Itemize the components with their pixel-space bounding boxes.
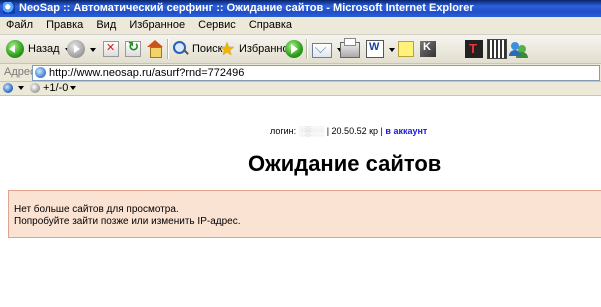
login-line: логин: ░▒░░ | 20.50.52 кр | в аккаунт bbox=[270, 126, 427, 136]
standard-toolbar: Назад Поиск ★ Избранное bbox=[0, 35, 601, 64]
forward-dropdown-icon[interactable] bbox=[90, 47, 96, 55]
refresh-button[interactable] bbox=[125, 38, 141, 60]
menu-help[interactable]: Справка bbox=[244, 17, 297, 34]
printer-icon bbox=[340, 38, 360, 58]
toolbar-dropdown-icon[interactable] bbox=[18, 86, 24, 93]
login-value: ░▒░░ bbox=[298, 126, 325, 136]
menu-view[interactable]: Вид bbox=[91, 17, 121, 34]
toolbar-separator bbox=[306, 39, 308, 59]
messenger-users-icon bbox=[509, 40, 529, 58]
separator: | bbox=[380, 126, 383, 136]
search-button[interactable]: Поиск bbox=[172, 38, 222, 60]
media-play-icon bbox=[285, 40, 303, 58]
research-icon bbox=[487, 39, 507, 59]
rating-dropdown-icon[interactable] bbox=[70, 86, 76, 93]
discuss-button[interactable] bbox=[398, 38, 414, 60]
rating-circle-icon[interactable] bbox=[30, 83, 40, 93]
stop-icon bbox=[103, 41, 119, 57]
notice-line-2: Попробуйте зайти позже или изменить IP-а… bbox=[14, 216, 241, 227]
word-edit-icon bbox=[366, 40, 384, 58]
stop-button[interactable] bbox=[103, 38, 119, 60]
links-toolbar: +1/-0 bbox=[0, 82, 601, 96]
t-toolbar-icon bbox=[465, 40, 483, 58]
page-title: Ожидание сайтов bbox=[248, 151, 442, 176]
window-title: NeoSap :: Автоматический серфинг :: Ожид… bbox=[19, 2, 474, 14]
menu-file[interactable]: Файл bbox=[0, 17, 38, 34]
balance: 20.50.52 кр bbox=[331, 126, 379, 136]
back-arrow-icon bbox=[6, 40, 24, 58]
note-icon bbox=[398, 41, 414, 57]
ie-app-icon bbox=[3, 2, 15, 14]
separator: | bbox=[326, 126, 330, 136]
notice-box: Нет больше сайтов для просмотра. Попробу… bbox=[8, 190, 601, 238]
t-button[interactable] bbox=[465, 38, 483, 60]
edit-dropdown-icon[interactable] bbox=[389, 47, 395, 55]
menu-bar: Файл Правка Вид Избранное Сервис Справка bbox=[0, 17, 601, 35]
login-label: логин: bbox=[270, 126, 297, 136]
research-button[interactable] bbox=[487, 38, 507, 60]
refresh-icon bbox=[125, 39, 141, 57]
page-globe-icon bbox=[35, 67, 46, 78]
page-content: логин: ░▒░░ | 20.50.52 кр | в аккаунт Ож… bbox=[0, 96, 601, 307]
toolbar-separator bbox=[167, 39, 169, 59]
back-button[interactable]: Назад bbox=[6, 38, 71, 60]
k-button[interactable] bbox=[420, 38, 436, 60]
favorites-star-icon: ★ bbox=[219, 39, 236, 59]
window-title-bar: NeoSap :: Автоматический серфинг :: Ожид… bbox=[0, 0, 601, 17]
mail-button[interactable] bbox=[312, 38, 343, 60]
menu-favorites[interactable]: Избранное bbox=[124, 17, 190, 34]
back-label: Назад bbox=[28, 43, 60, 55]
rating-counter: +1/-0 bbox=[43, 82, 69, 94]
search-icon bbox=[172, 40, 190, 58]
edit-button[interactable] bbox=[366, 38, 395, 60]
address-bar: Адрес: http://www.neosap.ru/asurf?rnd=77… bbox=[0, 64, 601, 82]
media-button[interactable] bbox=[285, 38, 303, 60]
account-link[interactable]: в аккаунт bbox=[385, 126, 427, 136]
notice-line-1: Нет больше сайтов для просмотра. bbox=[14, 204, 179, 215]
mail-icon bbox=[312, 42, 332, 58]
search-label: Поиск bbox=[192, 43, 223, 55]
home-button[interactable] bbox=[146, 38, 164, 60]
home-icon bbox=[146, 40, 164, 58]
messenger-button[interactable] bbox=[509, 38, 529, 60]
favorites-button[interactable]: ★ Избранное bbox=[219, 38, 295, 60]
toolbar-globe-icon[interactable] bbox=[3, 83, 13, 93]
k-toolbar-icon bbox=[420, 41, 436, 57]
address-field[interactable]: http://www.neosap.ru/asurf?rnd=772496 bbox=[32, 65, 600, 81]
print-button[interactable] bbox=[340, 38, 360, 60]
menu-edit[interactable]: Правка bbox=[41, 17, 88, 34]
menu-tools[interactable]: Сервис bbox=[193, 17, 241, 34]
forward-button[interactable] bbox=[67, 38, 96, 60]
address-url[interactable]: http://www.neosap.ru/asurf?rnd=772496 bbox=[49, 66, 244, 80]
forward-arrow-icon bbox=[67, 40, 85, 58]
